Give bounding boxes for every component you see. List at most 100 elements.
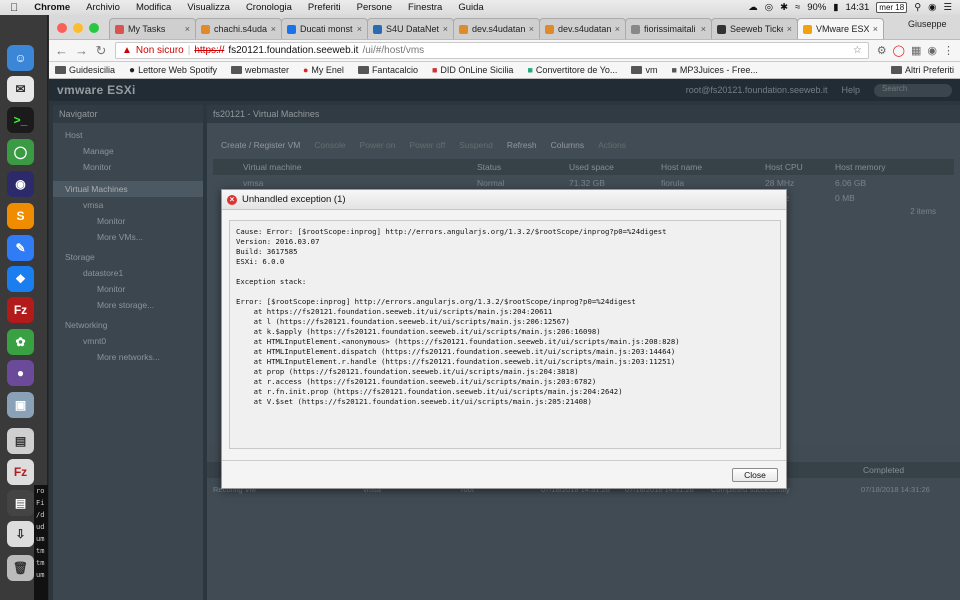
browser-tab[interactable]: Ducati monst × xyxy=(281,18,368,39)
menu-visualizza[interactable]: Visualizza xyxy=(179,2,238,13)
photos-icon[interactable]: ▣ xyxy=(7,392,34,418)
tab-close-icon[interactable]: × xyxy=(443,24,448,34)
back-icon[interactable]: ← xyxy=(55,43,68,58)
reload-icon[interactable]: ↻ xyxy=(95,43,107,59)
bookmark-item[interactable]: Guidesicilia xyxy=(55,65,115,75)
warning-icon[interactable]: ▲ xyxy=(122,45,132,56)
tab-close-icon[interactable]: × xyxy=(185,24,190,34)
terminal-doc-icon[interactable]: ▤ xyxy=(7,490,34,516)
bookmark-item[interactable]: Fantacalcio xyxy=(357,65,418,75)
terminal-line: um xyxy=(36,571,45,579)
bookmark-item[interactable]: webmaster xyxy=(230,65,289,75)
url-path: /ui/#/host/vms xyxy=(362,45,425,56)
forward-icon[interactable]: → xyxy=(75,43,88,58)
menu-cronologia[interactable]: Cronologia xyxy=(238,2,300,13)
address-bar[interactable]: ▲ Non sicuro | https://fs20121.foundatio… xyxy=(115,42,869,59)
browser-tab[interactable]: dev.s4udatan × xyxy=(453,18,540,39)
filezilla-doc-icon[interactable]: Fz xyxy=(7,459,34,485)
notifications-icon[interactable]: ☰ xyxy=(943,2,952,13)
bluetooth-icon[interactable]: ✱ xyxy=(780,2,788,13)
battery-icon[interactable]: ▮ xyxy=(833,2,838,13)
bookmark-item[interactable]: vm xyxy=(631,65,657,75)
filezilla-icon[interactable]: Fz xyxy=(7,297,34,323)
search-icon[interactable]: ⚲ xyxy=(914,2,921,13)
tab-close-icon[interactable]: × xyxy=(357,24,362,34)
tab-close-icon[interactable]: × xyxy=(787,24,792,34)
mail-icon[interactable]: ✉ xyxy=(7,76,34,102)
chrome-icon[interactable]: ◯ xyxy=(7,139,34,165)
trash-icon[interactable]: 🗑 xyxy=(7,555,34,581)
tab-title: My Tasks xyxy=(128,24,166,34)
extension-icon[interactable]: ⚙ xyxy=(877,44,887,57)
browser-tab-active[interactable]: VMware ESXi × xyxy=(797,18,884,39)
security-label[interactable]: Non sicuro xyxy=(136,45,184,56)
menu-app-name[interactable]: Chrome xyxy=(26,2,78,13)
browser-tab[interactable]: dev.s4udatan × xyxy=(539,18,626,39)
calendar-date[interactable]: mer 18 xyxy=(876,2,908,13)
finder-icon[interactable]: ☺ xyxy=(7,45,34,71)
menu-persone[interactable]: Persone xyxy=(349,2,400,13)
apple-icon[interactable]:  xyxy=(0,2,26,14)
browser-tab[interactable]: fiorissimaitali × xyxy=(625,18,712,39)
tab-favicon-icon xyxy=(803,24,812,34)
folder-icon xyxy=(890,66,902,74)
tab-favicon-icon xyxy=(201,24,210,34)
bookmark-item[interactable]: ● My Enel xyxy=(303,65,344,75)
minimize-window-button[interactable] xyxy=(73,23,83,33)
tab-close-icon[interactable]: × xyxy=(701,24,706,34)
github-icon[interactable]: ● xyxy=(7,360,34,386)
exception-text[interactable]: Cause: Error: [$rootScope:inprog] http:/… xyxy=(229,220,781,449)
close-window-button[interactable] xyxy=(57,23,67,33)
menu-dots-icon[interactable]: ⋮ xyxy=(943,44,954,57)
extension-icon[interactable]: ▦ xyxy=(911,44,921,57)
opera-icon[interactable]: ◯ xyxy=(893,44,905,57)
browser-tab[interactable]: Seeweb Ticke × xyxy=(711,18,798,39)
mp3juices-icon: ■ xyxy=(671,65,677,75)
siri-icon[interactable]: ◉ xyxy=(928,2,936,13)
eclipse-icon[interactable]: ◉ xyxy=(7,171,34,197)
bookmark-label: Convertitore de Yo... xyxy=(535,65,618,75)
terminal-icon[interactable]: >_ xyxy=(7,107,34,133)
browser-tab[interactable]: S4U DataNet × xyxy=(367,18,454,39)
folder-icon xyxy=(230,66,242,74)
bookmark-item[interactable]: ● Lettore Web Spotify xyxy=(129,65,217,76)
bookmark-item[interactable]: ■ DID OnLine Sicilia xyxy=(432,65,513,75)
battery-percent[interactable]: 90% xyxy=(807,2,826,13)
window-thumb-icon[interactable]: ▤ xyxy=(7,428,34,454)
s-status-icon[interactable]: ◎ xyxy=(765,2,773,13)
zoom-window-button[interactable] xyxy=(89,23,99,33)
profile-name[interactable]: Giuseppe xyxy=(908,19,960,29)
wifi-icon[interactable]: ≈ xyxy=(795,2,800,13)
close-button[interactable]: Close xyxy=(732,468,778,482)
downloads-icon[interactable]: ⇩ xyxy=(7,521,34,547)
menu-guida[interactable]: Guida xyxy=(450,2,491,13)
browser-tab[interactable]: My Tasks × xyxy=(109,18,196,39)
terminal-line: /d xyxy=(36,511,45,519)
bookmarks-bar: Guidesicilia ● Lettore Web Spotify webmas… xyxy=(49,62,960,79)
extension-icon[interactable]: ◉ xyxy=(927,44,937,57)
browser-tab[interactable]: chachi.s4uda × xyxy=(195,18,282,39)
clock[interactable]: 14:31 xyxy=(846,2,870,13)
menu-archivio[interactable]: Archivio xyxy=(78,2,128,13)
safari-icon[interactable]: ❖ xyxy=(7,266,34,292)
messages-icon[interactable]: ✎ xyxy=(7,235,34,261)
bookmark-item[interactable]: ■ Convertitore de Yo... xyxy=(527,65,617,75)
exception-dialog: × Unhandled exception (1) Cause: Error: … xyxy=(221,189,787,489)
tab-title: Seeweb Ticke xyxy=(730,24,783,34)
menu-modifica[interactable]: Modifica xyxy=(128,2,179,13)
tab-close-icon[interactable]: × xyxy=(529,24,534,34)
sublime-icon[interactable]: S xyxy=(7,203,34,229)
evernote-icon[interactable]: ✿ xyxy=(7,329,34,355)
bookmark-star-icon[interactable]: ☆ xyxy=(853,45,862,56)
other-bookmarks[interactable]: Altri Preferiti xyxy=(890,65,954,75)
bookmark-item[interactable]: ■ MP3Juices - Free... xyxy=(671,65,757,75)
tab-close-icon[interactable]: × xyxy=(615,24,620,34)
cloud-icon[interactable]: ☁ xyxy=(748,2,758,13)
bookmark-label: Guidesicilia xyxy=(69,65,116,75)
menu-preferiti[interactable]: Preferiti xyxy=(300,2,349,13)
tab-favicon-icon xyxy=(115,24,124,34)
menu-finestra[interactable]: Finestra xyxy=(400,2,450,13)
separator: | xyxy=(187,45,191,56)
tab-close-icon[interactable]: × xyxy=(271,24,276,34)
tab-close-icon[interactable]: × xyxy=(873,24,878,34)
